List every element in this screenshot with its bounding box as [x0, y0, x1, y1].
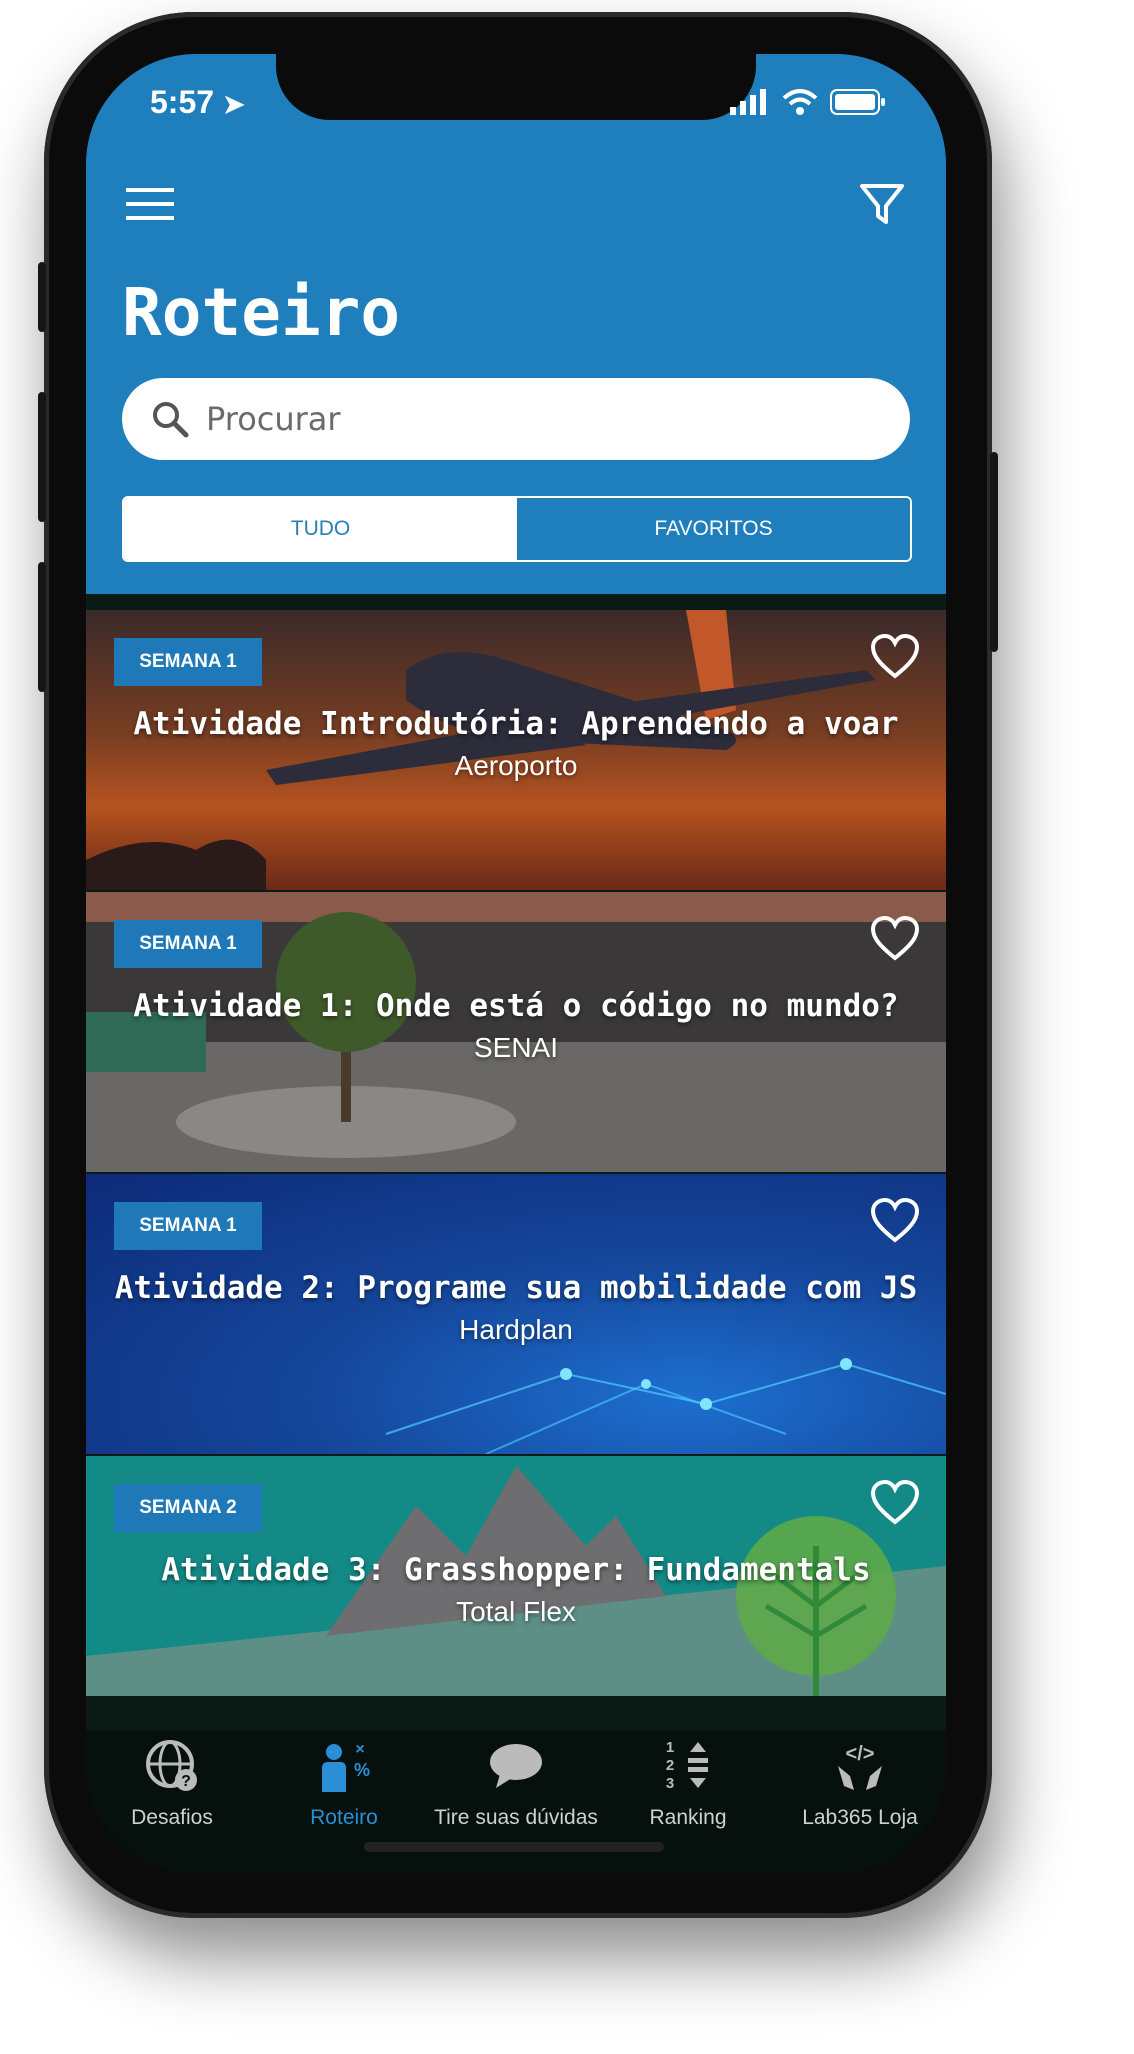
- week-badge: SEMANA 1: [114, 638, 262, 686]
- wifi-icon: [782, 89, 818, 115]
- status-indicators: [730, 88, 886, 116]
- filter-icon[interactable]: [858, 180, 906, 228]
- location-arrow-icon: ➤: [222, 89, 245, 119]
- tab-ranking[interactable]: 1 2 3 Ranking: [602, 1730, 774, 1874]
- card-subtitle: SENAI: [473, 1032, 559, 1063]
- battery-icon: [830, 89, 885, 115]
- app-header: 5:57 ➤ Roteiro Procurar TUDO FAVORITOS: [86, 54, 946, 594]
- notch: [276, 54, 756, 120]
- search-input[interactable]: [204, 399, 808, 439]
- card-title: Atividade 2: Programe sua mobilidade com…: [114, 1270, 918, 1306]
- svg-text:3: 3: [666, 1775, 674, 1792]
- globe-question-icon: ?: [146, 1740, 197, 1791]
- volume-up-button: [38, 392, 46, 522]
- tab-lab365-loja[interactable]: </> Lab365 Loja: [774, 1730, 946, 1874]
- search-icon: [153, 402, 189, 438]
- activity-list: SEMANA 1 Atividade Introdutória: Aprende…: [86, 610, 946, 1698]
- tab-label: Tire suas dúvidas: [434, 1806, 598, 1829]
- svg-text:1: 1: [666, 1739, 674, 1756]
- svg-text:</>: </>: [846, 1743, 875, 1765]
- svg-text:?: ?: [181, 1773, 191, 1790]
- person-math-icon: × %: [322, 1741, 370, 1792]
- heart-favorite-icon[interactable]: [870, 1198, 920, 1244]
- heart-favorite-icon[interactable]: [870, 1480, 920, 1526]
- card-title: Atividade 3: Grasshopper: Fundamentals: [161, 1552, 871, 1588]
- home-indicator[interactable]: [364, 1842, 664, 1852]
- tab-label: Desafios: [131, 1806, 213, 1829]
- tab-all[interactable]: TUDO: [124, 498, 517, 560]
- mute-switch: [38, 262, 46, 332]
- status-time: 5:57 ➤: [150, 84, 245, 121]
- code-hands-icon: </>: [838, 1743, 882, 1790]
- activity-card[interactable]: SEMANA 2 Atividade 3: Grasshopper: Funda…: [86, 1456, 946, 1696]
- card-subtitle: Aeroporto: [454, 750, 578, 781]
- svg-text:2: 2: [666, 1757, 674, 1774]
- tab-roteiro[interactable]: × % Roteiro: [258, 1730, 430, 1874]
- activity-card[interactable]: SEMANA 1 Atividade 2: Programe sua mobil…: [86, 1174, 946, 1454]
- card-title: Atividade Introdutória: Aprendendo a voa…: [133, 706, 899, 742]
- tab-favorites[interactable]: FAVORITOS: [517, 498, 910, 560]
- card-title: Atividade 1: Onde está o código no mundo…: [133, 988, 899, 1024]
- tab-label: Roteiro: [310, 1806, 378, 1829]
- heart-favorite-icon[interactable]: [870, 916, 920, 962]
- power-button: [990, 452, 998, 652]
- hamburger-menu-icon[interactable]: [126, 186, 174, 222]
- page-title: Roteiro: [122, 274, 401, 351]
- status-time-text: 5:57: [150, 84, 215, 120]
- week-badge: SEMANA 1: [114, 920, 262, 968]
- week-badge: SEMANA 1: [114, 1202, 262, 1250]
- card-subtitle: Total Flex: [456, 1596, 576, 1627]
- signal-icon: [730, 89, 766, 115]
- segmented-control: TUDO FAVORITOS: [122, 496, 912, 562]
- screen: 5:57 ➤ Roteiro Procurar TUDO FAVORITOS S…: [86, 54, 946, 1874]
- activity-card[interactable]: SEMANA 1 Atividade 1: Onde está o código…: [86, 892, 946, 1172]
- tab-tire-suas-duvidas[interactable]: Tire suas dúvidas: [430, 1730, 602, 1874]
- tab-desafios[interactable]: ? Desafios: [86, 1730, 258, 1874]
- bottom-tab-bar: ? Desafios × % Roteiro Tire suas dúvidas…: [86, 1730, 946, 1874]
- search-bar[interactable]: [122, 378, 910, 460]
- ranking-icon: 1 2 3: [666, 1739, 708, 1792]
- tab-label: Lab365 Loja: [802, 1806, 918, 1829]
- week-badge: SEMANA 2: [114, 1484, 262, 1532]
- tab-label: Ranking: [649, 1806, 727, 1829]
- volume-down-button: [38, 562, 46, 692]
- heart-favorite-icon[interactable]: [870, 634, 920, 680]
- activity-card[interactable]: SEMANA 1 Atividade Introdutória: Aprende…: [86, 610, 946, 890]
- svg-text:×: ×: [355, 1741, 364, 1758]
- chat-bubble-icon: [490, 1744, 542, 1788]
- card-subtitle: Hardplan: [459, 1314, 573, 1345]
- svg-text:%: %: [354, 1760, 370, 1780]
